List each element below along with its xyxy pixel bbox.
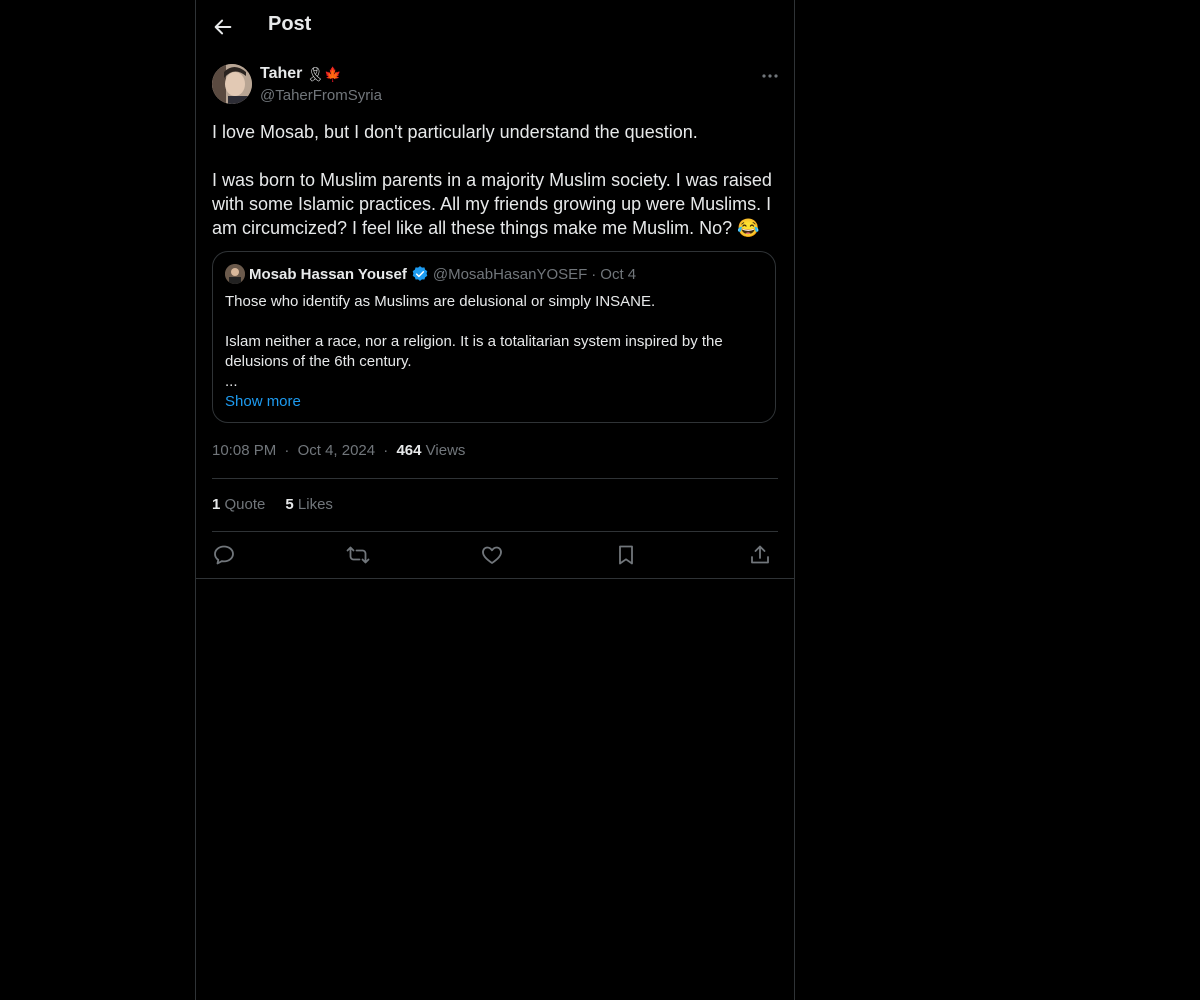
author-name-row: Taher 🎗🍁 xyxy=(260,65,342,83)
views-label: Views xyxy=(425,442,466,459)
quotes-stat[interactable]: 1 Quote xyxy=(212,496,265,513)
repost-icon[interactable] xyxy=(346,543,370,567)
action-bar xyxy=(212,543,778,567)
separator-dot: · xyxy=(383,442,389,459)
divider xyxy=(196,578,794,579)
post-date[interactable]: Oct 4, 2024 xyxy=(298,442,376,459)
more-horizontal-icon[interactable] xyxy=(760,66,780,86)
likes-stat[interactable]: 5 Likes xyxy=(285,496,333,513)
bookmark-icon[interactable] xyxy=(614,543,638,567)
avatar[interactable] xyxy=(212,64,252,104)
quoted-post[interactable]: Mosab Hassan Yousef @MosabHasanYOSEF · O… xyxy=(212,251,776,423)
show-more-link[interactable]: Show more xyxy=(225,393,301,410)
quoted-author-name: Mosab Hassan Yousef xyxy=(249,265,407,283)
likes-count: 5 xyxy=(285,496,294,513)
divider xyxy=(212,531,778,532)
quoted-post-header: Mosab Hassan Yousef @MosabHasanYOSEF · O… xyxy=(225,264,636,284)
author-handle[interactable]: @TaherFromSyria xyxy=(260,87,382,104)
author-badges: 🎗🍁 xyxy=(306,65,342,82)
quoted-author-handle: @MosabHasanYOSEF xyxy=(432,265,588,283)
likes-label: Likes xyxy=(297,496,333,513)
quoted-date: Oct 4 xyxy=(600,265,637,283)
verified-icon xyxy=(412,266,428,281)
quoted-avatar xyxy=(225,264,245,284)
engagement-stats: 1 Quote 5 Likes xyxy=(212,496,333,513)
post-time[interactable]: 10:08 PM xyxy=(212,442,276,459)
post-column: Post Taher 🎗🍁 @TaherFromSyria I love Mos… xyxy=(195,0,795,1000)
separator-dot: · xyxy=(591,265,597,283)
arrow-left-icon[interactable] xyxy=(212,16,234,38)
separator-dot: · xyxy=(284,442,290,459)
post-text: I love Mosab, but I don't particularly u… xyxy=(212,122,772,238)
quoted-post-text: Those who identify as Muslims are delusi… xyxy=(225,293,723,390)
post-meta: 10:08 PM · Oct 4, 2024 · 464 Views xyxy=(212,442,465,459)
reply-icon[interactable] xyxy=(212,543,236,567)
divider xyxy=(212,478,778,479)
page-header: Post xyxy=(196,0,794,53)
share-icon[interactable] xyxy=(748,543,772,567)
quotes-label: Quote xyxy=(224,496,266,513)
heart-icon[interactable] xyxy=(480,543,504,567)
page-title: Post xyxy=(268,13,312,35)
views-count: 464 xyxy=(396,442,422,459)
quotes-count: 1 xyxy=(212,496,221,513)
author-name[interactable]: Taher xyxy=(260,65,302,83)
